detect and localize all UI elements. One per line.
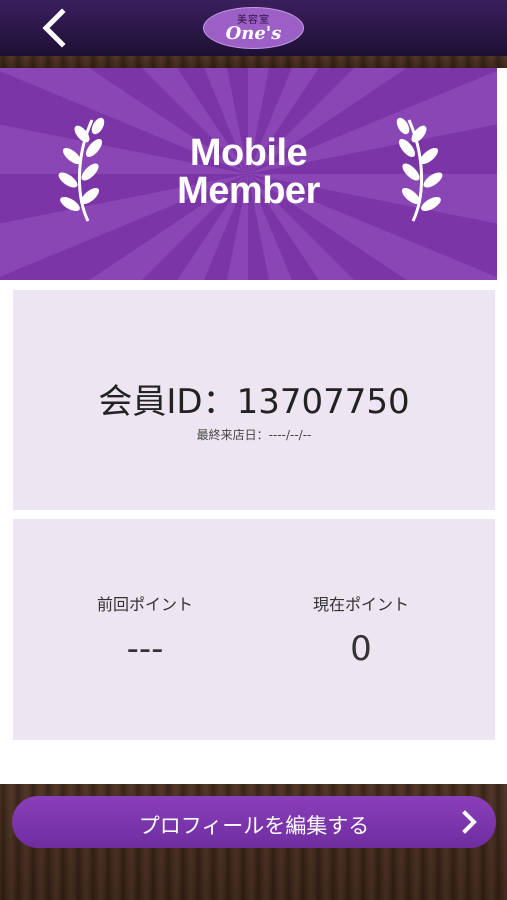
wood-divider [0,56,507,68]
edit-profile-label: プロフィールを編集する [138,814,370,838]
chevron-right-icon [462,810,477,834]
logo-main-text: One's [225,23,282,44]
mobile-member-banner: Mobile Member [0,68,497,280]
current-points-label: 現在ポイント [312,595,409,614]
edit-profile-button[interactable]: プロフィールを編集する [12,796,496,848]
current-points-value: 0 [350,629,372,669]
laurel-right-icon [396,117,443,222]
last-visit-date: 最終来店日：----/--/-- [196,428,312,442]
points-card: 前回ポイント --- 現在ポイント 0 [13,519,495,740]
top-bar: 美容室 One's [0,0,507,56]
member-id-card: 会員ID：13707750 最終来店日：----/--/-- [13,290,495,510]
previous-points-label: 前回ポイント [96,595,193,614]
back-button[interactable] [28,6,78,50]
current-points: 現在ポイント 0 [241,591,481,669]
chevron-left-icon [42,8,66,48]
previous-points-value: --- [126,629,164,669]
previous-points: 前回ポイント --- [25,591,265,669]
brand-logo: 美容室 One's [203,7,304,49]
member-id: 会員ID：13707750 [98,382,410,422]
